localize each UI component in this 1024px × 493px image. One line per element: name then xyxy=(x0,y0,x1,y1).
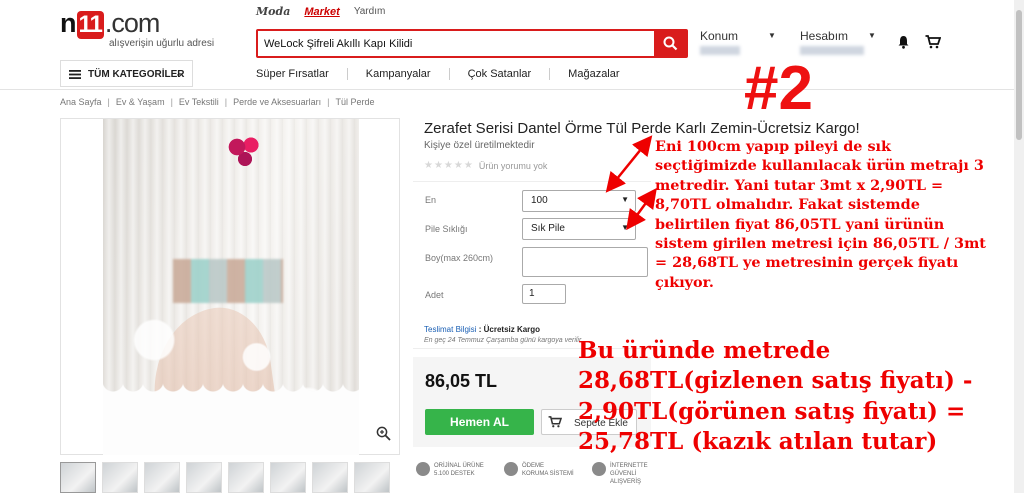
annotation-conclusion: Bu üründe metrede 28,68TL(gizlenen satış… xyxy=(578,337,973,455)
annotation-tag: #2 xyxy=(744,54,813,123)
page: n 11 .com alışverişin uğurlu adresi Moda M… xyxy=(0,0,1024,493)
page-scrollbar[interactable] xyxy=(1014,0,1024,493)
scrollbar-thumb[interactable] xyxy=(1016,10,1022,140)
annotation-text: Eni 100cm yapıp pileyi de sık seçtiğimiz… xyxy=(655,138,986,291)
